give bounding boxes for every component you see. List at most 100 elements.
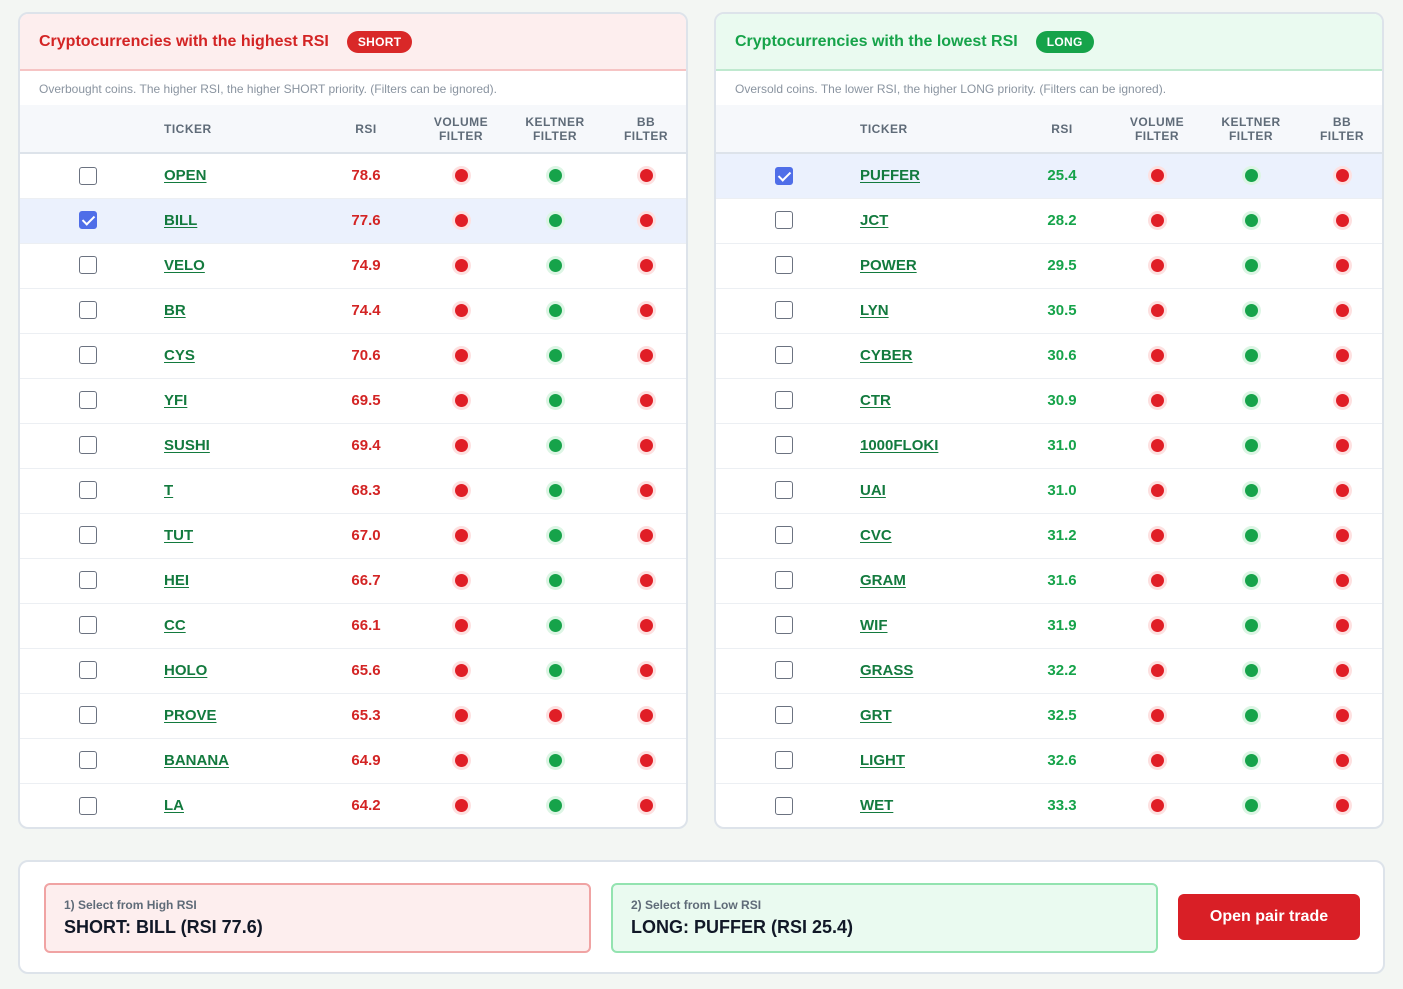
row-checkbox[interactable] xyxy=(775,346,793,365)
ticker-link[interactable]: 1000FLOKI xyxy=(860,437,938,454)
ticker-link[interactable]: UAI xyxy=(860,482,886,499)
table-row[interactable]: YFI 69.5 xyxy=(20,378,686,423)
table-row[interactable]: PROVE 65.3 xyxy=(20,693,686,738)
table-row[interactable]: BR 74.4 xyxy=(20,288,686,333)
row-checkbox[interactable] xyxy=(775,166,793,185)
keltner-filter-column-header[interactable]: KELTNER FILTER xyxy=(1204,105,1298,154)
table-row[interactable]: BANANA 64.9 xyxy=(20,738,686,783)
ticker-link[interactable]: PROVE xyxy=(164,707,217,724)
row-checkbox[interactable] xyxy=(79,436,97,455)
volume-filter-column-header[interactable]: VOLUME FILTER xyxy=(414,105,508,154)
row-checkbox[interactable] xyxy=(79,796,97,815)
row-checkbox[interactable] xyxy=(775,751,793,770)
ticker-link[interactable]: WET xyxy=(860,797,893,814)
ticker-link[interactable]: CVC xyxy=(860,527,892,544)
table-row[interactable]: TUT 67.0 xyxy=(20,513,686,558)
ticker-link[interactable]: BILL xyxy=(164,212,197,229)
ticker-link[interactable]: POWER xyxy=(860,257,917,274)
volume-filter-column-header[interactable]: VOLUME FILTER xyxy=(1110,105,1204,154)
table-row[interactable]: WIF 31.9 xyxy=(716,603,1382,648)
bb-filter-column-header[interactable]: BB FILTER xyxy=(602,105,686,154)
ticker-link[interactable]: VELO xyxy=(164,257,205,274)
table-row[interactable]: CYS 70.6 xyxy=(20,333,686,378)
table-row[interactable]: HEI 66.7 xyxy=(20,558,686,603)
ticker-column-header[interactable]: TICKER xyxy=(852,105,1014,154)
ticker-link[interactable]: CC xyxy=(164,617,186,634)
row-checkbox[interactable] xyxy=(775,706,793,725)
table-row[interactable]: SUSHI 69.4 xyxy=(20,423,686,468)
table-row[interactable]: VELO 74.9 xyxy=(20,243,686,288)
rsi-column-header[interactable]: RSI xyxy=(1014,105,1110,154)
ticker-link[interactable]: GRASS xyxy=(860,662,913,679)
table-row[interactable]: UAI 31.0 xyxy=(716,468,1382,513)
row-checkbox[interactable] xyxy=(79,391,97,410)
table-row[interactable]: GRASS 32.2 xyxy=(716,648,1382,693)
row-checkbox[interactable] xyxy=(775,571,793,590)
row-checkbox[interactable] xyxy=(775,661,793,680)
ticker-link[interactable]: YFI xyxy=(164,392,187,409)
table-row[interactable]: PUFFER 25.4 xyxy=(716,153,1382,198)
row-checkbox[interactable] xyxy=(775,391,793,410)
row-checkbox[interactable] xyxy=(775,436,793,455)
row-checkbox[interactable] xyxy=(79,481,97,500)
row-checkbox[interactable] xyxy=(775,796,793,815)
row-checkbox[interactable] xyxy=(79,346,97,365)
row-checkbox[interactable] xyxy=(79,256,97,275)
table-row[interactable]: LIGHT 32.6 xyxy=(716,738,1382,783)
table-row[interactable]: CTR 30.9 xyxy=(716,378,1382,423)
table-row[interactable]: GRAM 31.6 xyxy=(716,558,1382,603)
keltner-filter-column-header[interactable]: KELTNER FILTER xyxy=(508,105,602,154)
table-row[interactable]: T 68.3 xyxy=(20,468,686,513)
ticker-link[interactable]: LYN xyxy=(860,302,889,319)
open-pair-trade-button[interactable]: Open pair trade xyxy=(1178,894,1360,940)
ticker-link[interactable]: GRAM xyxy=(860,572,906,589)
row-checkbox[interactable] xyxy=(775,301,793,320)
table-row[interactable]: HOLO 65.6 xyxy=(20,648,686,693)
table-row[interactable]: CC 66.1 xyxy=(20,603,686,648)
row-checkbox[interactable] xyxy=(79,211,97,230)
row-checkbox[interactable] xyxy=(79,616,97,635)
ticker-link[interactable]: OPEN xyxy=(164,167,207,184)
table-row[interactable]: GRT 32.5 xyxy=(716,693,1382,738)
ticker-link[interactable]: WIF xyxy=(860,617,888,634)
table-row[interactable]: LYN 30.5 xyxy=(716,288,1382,333)
ticker-link[interactable]: HOLO xyxy=(164,662,207,679)
ticker-link[interactable]: CYS xyxy=(164,347,195,364)
table-row[interactable]: CYBER 30.6 xyxy=(716,333,1382,378)
ticker-link[interactable]: PUFFER xyxy=(860,167,920,184)
rsi-column-header[interactable]: RSI xyxy=(318,105,414,154)
ticker-link[interactable]: HEI xyxy=(164,572,189,589)
row-checkbox[interactable] xyxy=(775,481,793,500)
table-row[interactable]: WET 33.3 xyxy=(716,783,1382,827)
ticker-link[interactable]: LA xyxy=(164,797,184,814)
ticker-link[interactable]: T xyxy=(164,482,173,499)
table-row[interactable]: CVC 31.2 xyxy=(716,513,1382,558)
row-checkbox[interactable] xyxy=(79,166,97,185)
row-checkbox[interactable] xyxy=(775,211,793,230)
table-row[interactable]: 1000FLOKI 31.0 xyxy=(716,423,1382,468)
table-row[interactable]: OPEN 78.6 xyxy=(20,153,686,198)
row-checkbox[interactable] xyxy=(79,526,97,545)
ticker-column-header[interactable]: TICKER xyxy=(156,105,318,154)
ticker-link[interactable]: SUSHI xyxy=(164,437,210,454)
ticker-link[interactable]: BANANA xyxy=(164,752,229,769)
ticker-link[interactable]: CYBER xyxy=(860,347,913,364)
row-checkbox[interactable] xyxy=(775,616,793,635)
table-row[interactable]: JCT 28.2 xyxy=(716,198,1382,243)
row-checkbox[interactable] xyxy=(79,301,97,320)
ticker-link[interactable]: GRT xyxy=(860,707,892,724)
table-row[interactable]: BILL 77.6 xyxy=(20,198,686,243)
bb-filter-column-header[interactable]: BB FILTER xyxy=(1298,105,1382,154)
row-checkbox[interactable] xyxy=(775,526,793,545)
row-checkbox[interactable] xyxy=(79,751,97,770)
table-row[interactable]: POWER 29.5 xyxy=(716,243,1382,288)
row-checkbox[interactable] xyxy=(775,256,793,275)
ticker-link[interactable]: BR xyxy=(164,302,186,319)
table-row[interactable]: LA 64.2 xyxy=(20,783,686,827)
ticker-link[interactable]: JCT xyxy=(860,212,888,229)
ticker-link[interactable]: CTR xyxy=(860,392,891,409)
ticker-link[interactable]: LIGHT xyxy=(860,752,905,769)
ticker-link[interactable]: TUT xyxy=(164,527,193,544)
row-checkbox[interactable] xyxy=(79,661,97,680)
row-checkbox[interactable] xyxy=(79,706,97,725)
